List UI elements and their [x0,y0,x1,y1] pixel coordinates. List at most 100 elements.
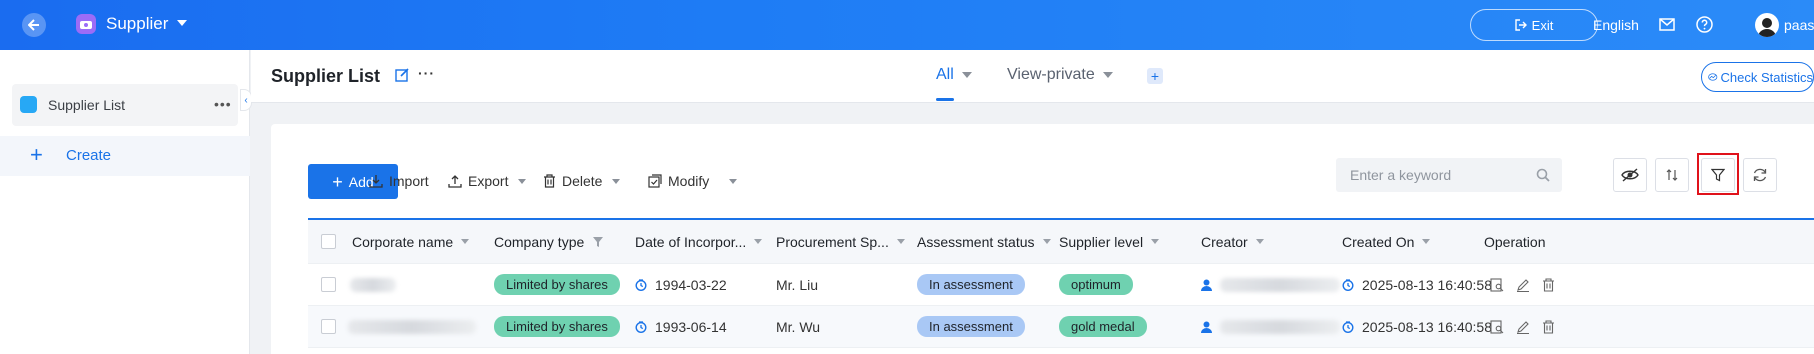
edit-icon[interactable] [395,68,409,82]
chevron-down-icon [729,178,738,184]
column-label: Assessment status [917,233,1035,250]
modify-button[interactable]: Modify [648,173,738,189]
exit-label: Exit [1531,17,1554,33]
export-button[interactable]: Export [448,173,527,189]
view-detail-icon[interactable] [1490,277,1504,292]
creator-cell [1201,306,1340,347]
column-header-company-type[interactable]: Company type [494,220,604,263]
chevron-down-icon [1422,239,1431,244]
modify-label: Modify [668,173,710,189]
tab-view-private[interactable]: View-private [1007,66,1113,84]
app-icon [76,14,96,34]
app-title[interactable]: Supplier [106,14,168,34]
chevron-down-icon [1255,239,1264,244]
column-header-assessment-status[interactable]: Assessment status [917,220,1051,263]
sort-icon [1666,169,1678,181]
chevron-down-icon [754,239,763,244]
chevron-down-icon [518,178,527,184]
content-card: + Add Import Export Delete Modify Enter … [271,124,1814,354]
view-detail-icon[interactable] [1490,319,1504,334]
row-checkbox[interactable] [321,306,336,347]
edit-icon[interactable] [1516,320,1530,334]
redacted-text [1220,319,1340,334]
delete-button[interactable]: Delete [543,173,621,189]
redacted-text [1220,277,1340,292]
more-icon[interactable]: ••• [214,96,232,112]
table-row[interactable]: Limited by shares 1994-03-22 Mr. Liu In … [308,264,1814,306]
redacted-text [348,319,476,334]
tab-label: View-private [1007,66,1095,83]
camera-icon [80,21,92,29]
chevron-down-icon [896,239,905,244]
date-value: 1994-03-22 [655,276,727,293]
sidebar-item-supplier-list[interactable]: Supplier List ••• [12,84,238,126]
back-button[interactable] [22,13,46,37]
user-name[interactable]: paas [1784,17,1814,33]
search-icon[interactable] [1536,168,1550,182]
column-header-procurement[interactable]: Procurement Sp... [776,220,905,263]
corporate-name-redacted [350,264,396,305]
app-switch-chevron-down-icon[interactable] [177,20,187,26]
check-statistics-button[interactable]: Check Statistics [1701,62,1814,92]
assessment-cell: In assessment [917,306,1025,347]
filter-icon [593,236,604,247]
hide-fields-button[interactable] [1613,158,1647,192]
select-all-checkbox[interactable] [321,220,336,263]
assessment-tag: In assessment [917,316,1025,337]
column-header-creator[interactable]: Creator [1201,220,1264,263]
download-icon [369,175,383,188]
plus-icon: + [30,142,43,167]
tab-all[interactable]: All [936,66,972,84]
help-icon[interactable] [1696,16,1713,33]
trash-icon[interactable] [1542,277,1555,292]
import-button[interactable]: Import [369,173,429,189]
assessment-cell: In assessment [917,264,1025,305]
trash-icon[interactable] [1542,319,1555,334]
import-label: Import [389,173,429,189]
level-cell: gold medal [1059,306,1147,347]
column-header-date-of-incorporation[interactable]: Date of Incorpor... [635,220,763,263]
date-value: 1993-06-14 [655,318,727,335]
check-statistics-label: Check Statistics [1720,69,1813,85]
column-label: Procurement Sp... [776,233,889,250]
corporate-name-redacted [348,306,476,347]
operation-cell [1490,264,1567,305]
search-input[interactable] [1336,158,1526,192]
delete-label: Delete [562,173,603,189]
creator-cell [1201,264,1340,305]
mail-icon[interactable] [1659,18,1675,31]
top-bar: Supplier Exit English paas [0,0,1814,50]
upload-icon [448,175,462,188]
sort-button[interactable] [1655,158,1689,192]
column-label: Operation [1484,233,1546,250]
column-header-created-on[interactable]: Created On [1342,220,1431,263]
row-checkbox[interactable] [321,264,336,305]
sidebar-create[interactable]: + Create [0,136,250,176]
add-view-button[interactable]: + [1147,68,1163,84]
export-label: Export [468,173,509,189]
supplier-table: Corporate name Company type Date of Inco… [308,218,1814,348]
procurement-cell: Mr. Wu [776,318,821,335]
column-label: Supplier level [1059,233,1144,250]
trash-icon [544,174,555,188]
refresh-button[interactable] [1743,158,1777,192]
column-label: Created On [1342,233,1415,250]
eye-off-icon [1621,168,1639,182]
statistics-icon [1708,73,1718,81]
create-label: Create [66,147,112,164]
edit-icon[interactable] [1516,278,1530,292]
company-type-tag: Limited by shares [494,316,620,337]
created-on-value: 2025-08-13 16:40:58 [1362,318,1492,335]
table-row[interactable]: Limited by shares 1993-06-14 Mr. Wu In a… [308,306,1814,348]
column-header-corporate-name[interactable]: Corporate name [352,220,470,263]
checkbox-box [321,234,336,249]
column-header-supplier-level[interactable]: Supplier level [1059,220,1160,263]
avatar[interactable] [1755,13,1779,37]
column-header-operation: Operation [1484,220,1545,263]
assessment-tag: In assessment [917,274,1025,295]
language-switch[interactable]: English [1593,17,1639,33]
exit-button[interactable]: Exit [1470,9,1598,41]
more-icon[interactable]: ··· [418,65,435,81]
column-label: Creator [1201,233,1248,250]
procurement-cell: Mr. Liu [776,276,819,293]
